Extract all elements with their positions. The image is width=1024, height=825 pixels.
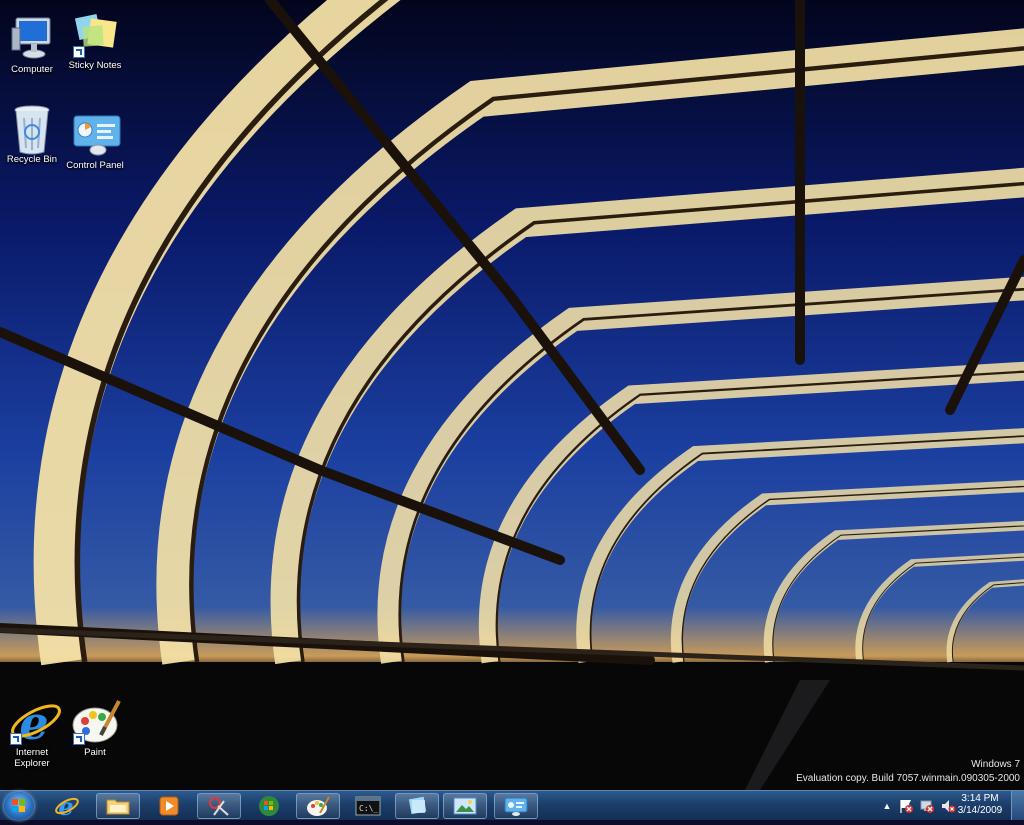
snipping-tool-icon [209,797,229,816]
taskbar-button-paint[interactable] [296,793,340,819]
photo-viewer-icon [453,797,477,815]
show-desktop-button[interactable] [1011,791,1024,820]
windows-explorer-icon [106,799,130,815]
desktop-icon-label: Paint [84,747,106,758]
taskbar-button-control-panel[interactable] [494,793,538,819]
shortcut-arrow-icon [73,733,85,745]
media-player-icon [159,796,179,816]
desktop-icon-sticky-notes[interactable]: Sticky Notes [66,10,124,71]
desktop-icon-label: Control Panel [66,160,124,171]
svg-text:e: e [19,697,48,749]
windows-logo-icon [12,799,25,812]
desktop-icon-paint[interactable]: Paint [66,697,124,758]
notification-area: ▲ [880,791,956,821]
windows-update-icon [259,796,279,816]
control-panel-icon [71,110,121,158]
taskbar-clock[interactable]: 3:14 PM 3/14/2009 [954,793,1006,817]
internet-explorer-icon: e [8,696,61,750]
evaluation-watermark: Windows 7 Evaluation copy. Build 7057.wi… [796,758,1020,786]
taskbar-button-media-player[interactable] [147,793,191,819]
desktop-wallpaper [0,0,1024,820]
paint-icon [71,697,121,745]
taskbar-button-internet-explorer[interactable]: e [45,793,89,819]
taskbar-button-windows-update[interactable] [247,793,291,819]
desktop-icon-label: Internet Explorer [14,747,50,769]
action-center-flag-icon[interactable] [898,798,914,814]
watermark-line-os: Windows 7 [971,759,1020,770]
control-panel-icon [504,797,528,816]
taskbar-button-windows-explorer[interactable] [96,793,140,819]
shortcut-arrow-icon [10,733,22,745]
taskbar-button-snipping-tool[interactable] [197,793,241,819]
taskbar-button-sticky-notes[interactable] [395,793,439,819]
network-icon[interactable] [919,798,935,814]
internet-explorer-icon: e [55,794,79,818]
shortcut-arrow-icon [73,46,85,58]
clock-date: 3/14/2009 [957,805,1003,816]
computer-icon [8,14,56,62]
sticky-notes-icon [408,796,427,815]
desktop-icon-internet-explorer[interactable]: e Internet Explorer [3,696,61,769]
show-hidden-icons-arrow-icon[interactable]: ▲ [880,801,894,811]
desktop-icon-control-panel[interactable]: Control Panel [66,110,124,171]
desktop-icon-label: Computer [11,64,53,75]
paint-icon [307,796,330,816]
taskbar-button-command-prompt[interactable]: C:\_ [346,793,390,819]
recycle-bin-icon [8,104,56,155]
command-prompt-icon: C:\_ [355,796,381,816]
svg-text:C:\_: C:\_ [359,804,378,813]
taskbar-button-photo-viewer[interactable] [443,793,487,819]
sticky-notes-icon [71,10,119,58]
desktop-icon-label: Sticky Notes [68,60,122,71]
watermark-line-build: Evaluation copy. Build 7057.winmain.0903… [796,773,1020,784]
clock-time: 3:14 PM [961,793,999,804]
desktop-icon-computer[interactable]: Computer [3,14,61,75]
desktop-icon-recycle-bin[interactable]: Recycle Bin [3,104,61,165]
start-button[interactable] [4,792,34,820]
svg-text:e: e [58,794,73,818]
taskbar: e C:\_ ▲ 3:14 PM 3/14/2009 [0,790,1024,820]
